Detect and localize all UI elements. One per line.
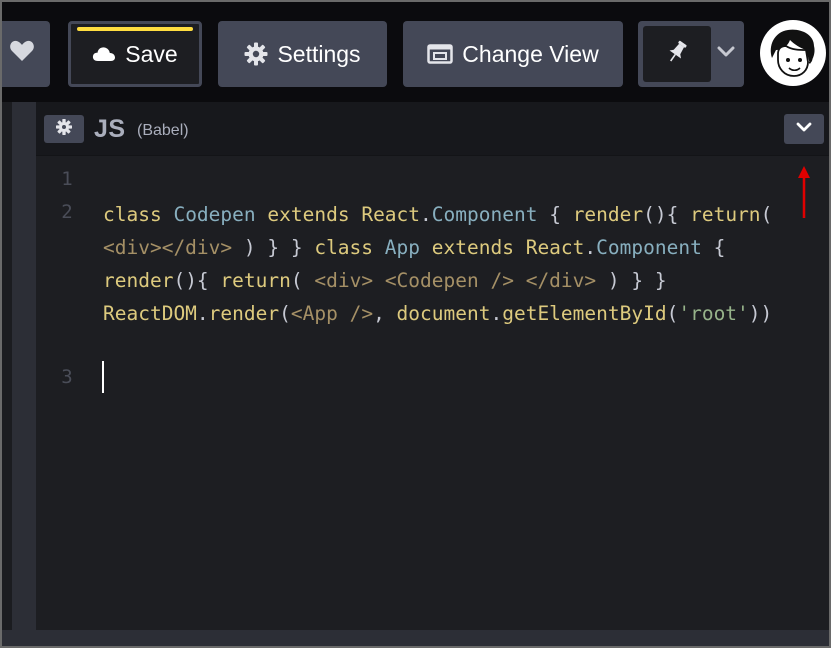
code-token: render [103,269,174,292]
save-button[interactable]: Save [68,21,202,87]
code-token: )) [748,302,773,325]
code-token: . [490,302,503,325]
code-token: Codepen [173,203,256,226]
code-token: ) } } [232,236,315,259]
pin-button[interactable] [643,26,711,82]
chevron-down-icon [796,120,812,138]
code-token: (){ [643,203,691,226]
pin-icon [664,39,690,70]
code-token: extends [267,203,350,226]
pin-menu [638,21,744,87]
editor-language-title: JS [94,115,126,143]
code-token: class [314,236,374,259]
code-token: Component [596,236,702,259]
top-toolbar: Save Settings Change View [2,2,829,102]
code-token: document [396,302,491,325]
code-token: ( [760,203,773,226]
code-token: App [384,236,421,259]
code-token: <div></div> [103,236,233,259]
left-panel-edge [2,102,12,632]
cloud-icon [92,46,116,62]
editor-header: JS (Babel) [36,102,829,156]
gear-icon [56,118,72,140]
code-token: ( [279,302,291,325]
code-token: . [584,236,597,259]
code-token: ReactDOM [103,302,197,325]
text-cursor [102,361,104,393]
editor-settings-button[interactable] [44,115,84,143]
line-number: 1 [61,168,73,190]
settings-button[interactable]: Settings [218,21,387,87]
code-token: React [525,236,585,259]
code-area[interactable]: 1 2 3 class Codepen extends React.Compon… [36,158,829,632]
code-token: ( [666,302,679,325]
code-token: <Codepen /> [384,269,514,292]
editor-preprocessor-label: (Babel) [137,122,189,139]
settings-label: Settings [277,40,361,67]
codepen-editor-window: Save Settings Change View JS (Babel) 1 2… [0,0,831,648]
heart-icon [9,39,35,69]
left-panel-resizer[interactable] [12,102,36,632]
code-token: return [690,203,761,226]
code-token: { [701,236,726,259]
editor-collapse-button[interactable] [784,114,824,144]
gear-icon [244,42,268,66]
code-token: 'root' [678,302,749,325]
line-number: 2 [61,201,73,223]
code-token: extends [431,236,514,259]
code-token: . [196,302,209,325]
code-token: render [572,203,644,226]
chevron-down-icon [717,45,735,63]
code-token: React [361,203,421,226]
code-token: , [373,302,397,325]
code-line-2: class Codepen extends React.Component { … [103,198,813,330]
code-token: <App /> [290,302,374,325]
code-token: return [220,269,291,292]
code-token: { [537,203,573,226]
save-label: Save [125,40,178,67]
code-token: render [208,302,280,325]
code-token: . [420,203,432,226]
code-token: </div> [525,269,597,292]
code-token: getElementById [502,302,667,325]
js-editor-panel: JS (Babel) 1 2 3 class Codepen extends R… [36,102,829,632]
code-token: (){ [173,269,221,292]
change-view-label: Change View [462,40,599,67]
code-token: ) } } [596,269,667,292]
code-token: <div> [314,269,374,292]
line-number: 3 [61,366,73,388]
love-button[interactable] [2,21,50,87]
code-token: class [103,203,162,226]
code-token: Component [431,203,538,226]
user-avatar[interactable] [760,20,826,86]
layout-icon [427,44,454,64]
code-token: ( [290,269,315,292]
pin-dropdown-toggle[interactable] [714,21,738,87]
bottom-bar [2,630,829,646]
change-view-button[interactable]: Change View [403,21,623,87]
